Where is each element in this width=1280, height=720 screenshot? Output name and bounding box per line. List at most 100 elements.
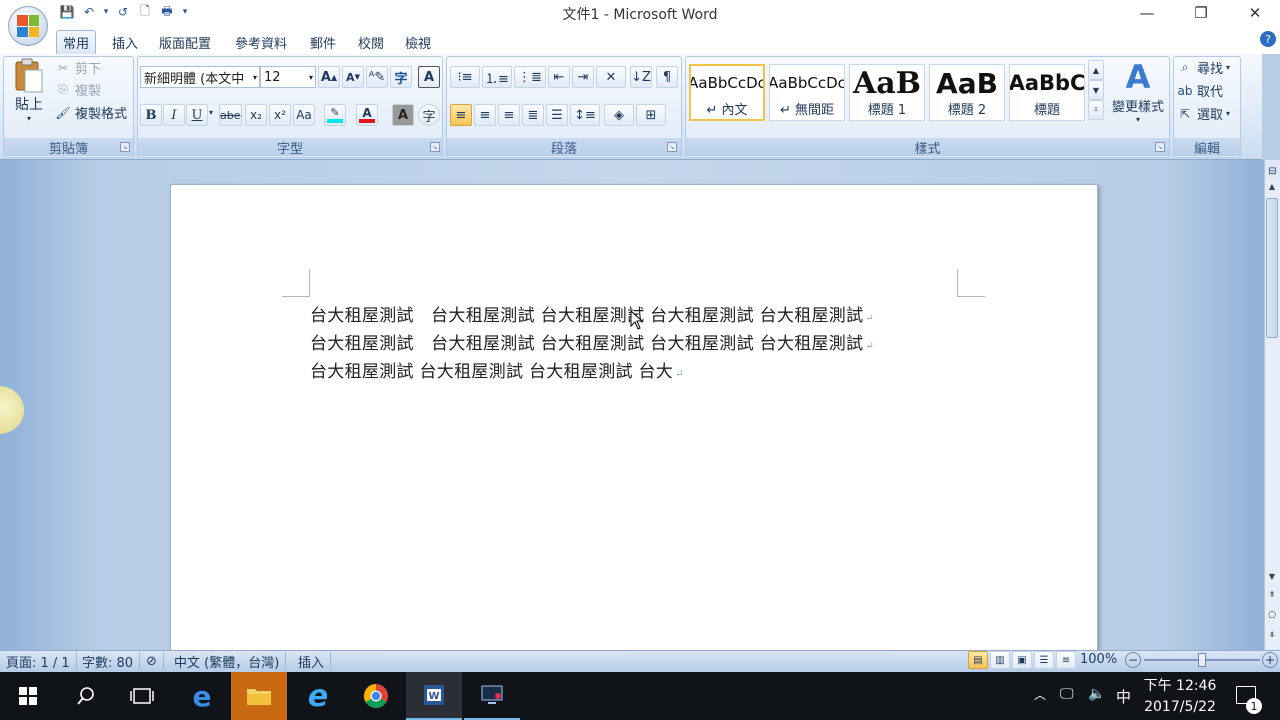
borders-button[interactable]: ⊞ xyxy=(636,104,666,126)
show-hidden-icons[interactable]: ︿ xyxy=(1034,686,1046,703)
draft-view-icon[interactable]: ≡ xyxy=(1056,651,1076,669)
underline-button[interactable]: U xyxy=(186,104,208,126)
font-name-combo[interactable]: 新細明體 (本文中 ▾ xyxy=(140,66,260,88)
document-page[interactable] xyxy=(170,184,1098,654)
network-icon[interactable]: 🖵 xyxy=(1060,686,1074,702)
taskbar-edge[interactable]: e xyxy=(174,672,230,720)
align-right-button[interactable]: ≡ xyxy=(498,104,520,126)
redo-icon[interactable]: ↺ xyxy=(114,3,132,21)
style-title[interactable]: AaBbC 標題 xyxy=(1009,64,1085,121)
paste-button[interactable]: 貼上 ▾ xyxy=(8,58,50,134)
align-center-button[interactable]: ≡ xyxy=(474,104,496,126)
subscript-button[interactable]: x₂ xyxy=(245,104,267,126)
minimize-button[interactable]: — xyxy=(1124,0,1170,26)
next-page-icon[interactable]: ⇟ xyxy=(1266,630,1278,642)
scroll-up-icon[interactable]: ▲ xyxy=(1266,182,1278,194)
align-left-button[interactable]: ≡ xyxy=(450,104,472,126)
styles-more-icon[interactable]: ⩡ xyxy=(1088,100,1104,120)
character-shading-button[interactable]: A xyxy=(392,104,414,126)
customize-qat-icon[interactable]: ▾ xyxy=(180,3,190,21)
status-insert-mode[interactable]: 插入 xyxy=(292,652,332,671)
status-page[interactable]: 頁面: 1 / 1 xyxy=(0,652,77,671)
web-layout-icon[interactable]: ▣ xyxy=(1012,651,1032,669)
zoom-out-icon[interactable]: − xyxy=(1125,652,1141,668)
status-word-count[interactable]: 字數: 80 xyxy=(76,652,141,671)
ime-indicator[interactable]: 中 xyxy=(1116,686,1131,707)
underline-dropdown-icon[interactable]: ▾ xyxy=(209,108,213,117)
tab-page-layout[interactable]: 版面配置 xyxy=(153,30,217,54)
copy-button[interactable]: ⎘ 複製 xyxy=(54,80,101,99)
styles-launcher-icon[interactable]: ↘ xyxy=(1155,142,1165,152)
volume-icon[interactable]: 🔈 xyxy=(1088,686,1105,702)
select-browse-object-icon[interactable]: ○ xyxy=(1266,610,1278,622)
close-button[interactable]: ✕ xyxy=(1232,0,1278,26)
document-line[interactable]: 台大租屋測試 台大租屋測試 台大租屋測試 台大 ↵ xyxy=(310,357,684,382)
taskbar-word[interactable]: W xyxy=(406,672,462,720)
shrink-font-button[interactable]: A ▼ xyxy=(342,66,364,88)
clear-formatting-button[interactable]: ᴬ✎ xyxy=(366,66,388,88)
tab-insert[interactable]: 插入 xyxy=(106,30,144,54)
style-normal[interactable]: AaBbCcDc ↵ 內文 xyxy=(689,64,765,121)
format-painter-button[interactable]: 🖌 複製格式 xyxy=(54,103,127,123)
enclose-characters-button[interactable]: 字 xyxy=(418,104,440,126)
help-icon[interactable]: ? xyxy=(1260,31,1276,47)
find-button[interactable]: ⌕ 尋找 ▾ xyxy=(1176,58,1230,77)
asian-layout-button[interactable]: ✕ xyxy=(596,66,626,88)
paragraph-launcher-icon[interactable]: ↘ xyxy=(667,142,677,152)
quick-print-icon[interactable]: 🖶 xyxy=(158,3,176,21)
replace-button[interactable]: ab 取代 xyxy=(1176,81,1224,101)
print-layout-view-icon[interactable]: ▤ xyxy=(968,651,988,669)
zoom-in-icon[interactable]: + xyxy=(1262,652,1278,668)
select-button[interactable]: ⇱ 選取 ▾ xyxy=(1176,104,1230,124)
clipboard-launcher-icon[interactable]: ↘ xyxy=(120,142,130,152)
change-styles-button[interactable]: A 變更樣式 ▾ xyxy=(1108,58,1168,134)
tab-home[interactable]: 常用 xyxy=(56,30,97,54)
undo-dropdown-icon[interactable]: ▾ xyxy=(102,3,110,21)
change-case-button[interactable]: Aa xyxy=(293,104,315,126)
numbering-button[interactable]: ⒈≡ xyxy=(482,66,512,88)
restore-button[interactable]: ❐ xyxy=(1178,0,1224,26)
previous-page-icon[interactable]: ⇞ xyxy=(1266,590,1278,602)
scrollbar-thumb[interactable] xyxy=(1266,198,1278,338)
line-spacing-button[interactable]: ↕≡ xyxy=(570,104,600,126)
bold-button[interactable]: B xyxy=(140,104,162,126)
full-screen-reading-icon[interactable]: ▥ xyxy=(990,651,1010,669)
document-line[interactable]: 台大租屋測試 台大租屋測試 台大租屋測試 台大租屋測試 台大租屋測試 ↵ xyxy=(310,329,874,354)
clock[interactable]: 下午 12:46 2017/5/22 xyxy=(1140,676,1220,718)
ruler-toggle-icon[interactable]: ⊟ xyxy=(1264,160,1280,182)
document-line[interactable]: 台大租屋測試 台大租屋測試 台大租屋測試 台大租屋測試 台大租屋測試 ↵ xyxy=(310,301,874,326)
multilevel-list-button[interactable]: ⋮≣ xyxy=(514,66,546,88)
start-button[interactable] xyxy=(0,672,56,720)
bullets-button[interactable]: ⁝≡ xyxy=(450,66,480,88)
decrease-indent-button[interactable]: ⇤ xyxy=(548,66,570,88)
office-button[interactable] xyxy=(8,6,48,46)
zoom-level[interactable]: 100% xyxy=(1080,652,1117,667)
style-heading-2[interactable]: AaB 標題 2 xyxy=(929,64,1005,121)
font-size-combo[interactable]: 12 ▾ xyxy=(260,66,316,88)
superscript-button[interactable]: x² xyxy=(269,104,291,126)
distributed-button[interactable]: ☰ xyxy=(546,104,568,126)
phonetic-guide-button[interactable]: 字 xyxy=(390,66,412,88)
scroll-down-icon[interactable]: ▼ xyxy=(1266,572,1278,584)
font-color-button[interactable]: A xyxy=(356,104,378,126)
taskbar-file-explorer[interactable] xyxy=(231,672,287,720)
undo-icon[interactable]: ↶ xyxy=(80,3,98,21)
italic-button[interactable]: I xyxy=(163,104,185,126)
taskbar-remote-app[interactable] xyxy=(464,672,520,720)
style-heading-1[interactable]: AaB 標題 1 xyxy=(849,64,925,121)
increase-indent-button[interactable]: ⇥ xyxy=(572,66,594,88)
tab-references[interactable]: 參考資料 xyxy=(229,30,293,54)
taskbar-chrome[interactable] xyxy=(348,672,404,720)
tab-review[interactable]: 校閱 xyxy=(352,30,390,54)
tab-view[interactable]: 檢視 xyxy=(399,30,437,54)
style-no-spacing[interactable]: AaBbCcDc ↵ 無間距 xyxy=(769,64,845,121)
justify-button[interactable]: ≣ xyxy=(522,104,544,126)
show-hide-button[interactable]: ¶ xyxy=(656,66,678,88)
grow-font-button[interactable]: A ▲ xyxy=(318,66,340,88)
task-view-button[interactable] xyxy=(114,672,170,720)
styles-scroll-down-icon[interactable]: ▼ xyxy=(1088,80,1104,100)
outline-view-icon[interactable]: ☰ xyxy=(1034,651,1054,669)
font-launcher-icon[interactable]: ↘ xyxy=(430,142,440,152)
tab-mailings[interactable]: 郵件 xyxy=(304,30,342,54)
print-preview-icon[interactable]: 🗋 xyxy=(136,3,154,21)
